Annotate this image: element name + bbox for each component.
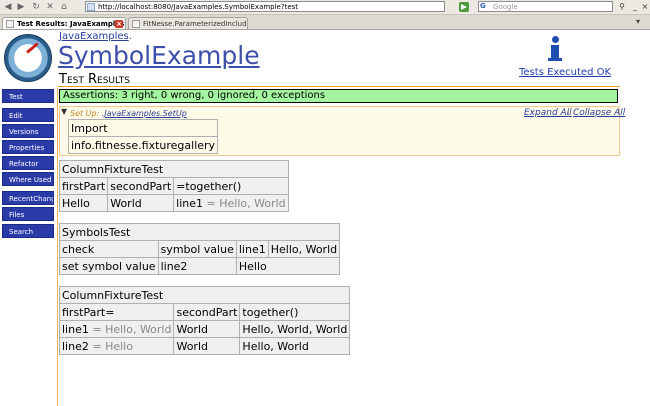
page-icon bbox=[87, 3, 95, 11]
table-cell-pass: Hello, World bbox=[239, 337, 351, 355]
info-icon bbox=[552, 36, 559, 43]
reload-icon[interactable]: ↻ bbox=[30, 1, 42, 13]
sidebar-item-versions[interactable]: Versions bbox=[2, 124, 54, 138]
setup-table: Import info.fitnesse.fixturegallery bbox=[67, 119, 219, 154]
table-cell: symbol value bbox=[157, 240, 237, 258]
table-cell: World bbox=[107, 194, 175, 212]
sidebar-item-search[interactable]: Search bbox=[2, 224, 54, 238]
table-header: secondPart bbox=[107, 177, 175, 195]
table-row: check symbol value line1 Hello, World bbox=[59, 240, 341, 258]
table-cell: info.fitnesse.fixturegallery bbox=[67, 136, 219, 154]
tab-list-icon[interactable]: ▾ bbox=[636, 17, 646, 27]
sidebar-item-test[interactable]: Test bbox=[2, 89, 54, 103]
collapse-toggle-icon[interactable]: ▼ bbox=[61, 107, 67, 116]
table-header: =together() bbox=[173, 177, 289, 195]
sidebar-item-edit[interactable]: Edit bbox=[2, 108, 54, 122]
minimize-icon[interactable]: _ bbox=[630, 2, 640, 12]
table-cell: World bbox=[173, 337, 241, 355]
search-icon[interactable]: ⚲ bbox=[617, 2, 627, 12]
page-icon bbox=[132, 20, 140, 28]
search-input[interactable]: Google bbox=[478, 1, 613, 12]
title-divider bbox=[58, 86, 620, 87]
table-cell: World bbox=[173, 320, 241, 338]
table-title: SymbolsTest bbox=[58, 223, 341, 241]
assertions-text: Assertions: 3 right, 0 wrong, 0 ignored,… bbox=[63, 90, 326, 101]
tests-executed-link[interactable]: Tests Executed OK bbox=[519, 67, 611, 78]
stop-icon[interactable]: ✕ bbox=[44, 1, 56, 13]
sidebar-item-files[interactable]: Files bbox=[2, 207, 54, 221]
table-row: set symbol value line2 Hello bbox=[59, 257, 341, 275]
table-cell-pass: Hello, World bbox=[267, 240, 341, 258]
sidebar-item-properties[interactable]: Properties bbox=[2, 140, 54, 154]
table-cell: Hello bbox=[58, 194, 109, 212]
sidebar-item-refactor[interactable]: Refactor bbox=[2, 156, 54, 170]
link-separator: | bbox=[567, 108, 571, 118]
table-row: line1 = Hello, World World Hello, World,… bbox=[58, 320, 351, 338]
fitnesse-logo[interactable] bbox=[4, 34, 52, 82]
forward-icon[interactable]: ▶ bbox=[15, 1, 27, 13]
table-cell: Hello bbox=[235, 257, 341, 275]
table-cell: line2 bbox=[157, 257, 237, 275]
tab-label: FitNesse.ParameterizedIncludes bbox=[143, 20, 248, 28]
close-tab-icon[interactable]: × bbox=[115, 20, 123, 28]
table-cell: check bbox=[59, 240, 159, 258]
search-engine-icon[interactable]: G bbox=[480, 2, 490, 11]
table-cell: line1 = Hello, World bbox=[173, 194, 289, 212]
tab-parameterized-includes[interactable]: FitNesse.ParameterizedIncludes bbox=[128, 17, 248, 29]
info-icon-base bbox=[548, 58, 562, 61]
close-window-icon[interactable]: × bbox=[640, 2, 650, 12]
table-header: firstPart bbox=[58, 177, 109, 195]
table-cell: set symbol value bbox=[59, 257, 159, 275]
tab-bar: Test Results: JavaExamples.... × FitNess… bbox=[0, 15, 650, 30]
table-header: secondPart bbox=[173, 303, 241, 321]
tab-test-results[interactable]: Test Results: JavaExamples.... × bbox=[2, 17, 126, 29]
go-arrow-icon bbox=[461, 4, 467, 10]
home-icon[interactable]: ⌂ bbox=[58, 1, 70, 13]
table-cell-pass: Hello, World, World bbox=[239, 320, 351, 338]
page-subtitle: Test Results bbox=[59, 72, 130, 87]
table-cell: Import bbox=[67, 119, 219, 137]
column-fixture-table-1: ColumnFixtureTest firstPart secondPart =… bbox=[58, 160, 289, 212]
table-cell: line1 = Hello, World bbox=[58, 320, 175, 338]
setup-link[interactable]: .JavaExamples.SetUp bbox=[102, 109, 187, 118]
table-cell: line1 bbox=[235, 240, 269, 258]
table-title: ColumnFixtureTest bbox=[58, 286, 351, 304]
column-fixture-table-2: ColumnFixtureTest firstPart= secondPart … bbox=[58, 286, 351, 355]
table-cell: line2 = Hello bbox=[58, 337, 175, 355]
setup-label: Set Up: .JavaExamples.SetUp bbox=[70, 109, 187, 118]
tab-label: Test Results: JavaExamples.... bbox=[17, 20, 126, 28]
sidebar-item-recent-changes[interactable]: RecentChanges bbox=[2, 191, 54, 205]
browser-toolbar: ◀ ▶ ↻ ✕ ⌂ http://localhost:8080/JavaExam… bbox=[0, 0, 650, 15]
assertions-summary: Assertions: 3 right, 0 wrong, 0 ignored,… bbox=[59, 89, 618, 103]
table-title: ColumnFixtureTest bbox=[59, 160, 289, 178]
table-row: Hello World line1 = Hello, World bbox=[58, 194, 289, 212]
collapse-all-link[interactable]: Collapse All bbox=[573, 108, 625, 118]
table-header: firstPart= bbox=[58, 303, 175, 321]
expand-all-link[interactable]: Expand All bbox=[524, 108, 572, 118]
url-field[interactable]: http://localhost:8080/JavaExamples.Symbo… bbox=[85, 1, 445, 12]
table-row: line2 = Hello World Hello, World bbox=[58, 337, 351, 355]
info-icon-stem bbox=[551, 45, 559, 59]
symbols-test-table: SymbolsTest check symbol value line1 Hel… bbox=[58, 223, 341, 275]
back-icon[interactable]: ◀ bbox=[2, 1, 14, 13]
sidebar-divider bbox=[57, 88, 58, 406]
table-header: together() bbox=[239, 303, 351, 321]
sidebar-item-where-used[interactable]: Where Used bbox=[2, 172, 54, 186]
page-title[interactable]: SymbolExample bbox=[58, 42, 260, 70]
page-icon bbox=[6, 20, 14, 28]
